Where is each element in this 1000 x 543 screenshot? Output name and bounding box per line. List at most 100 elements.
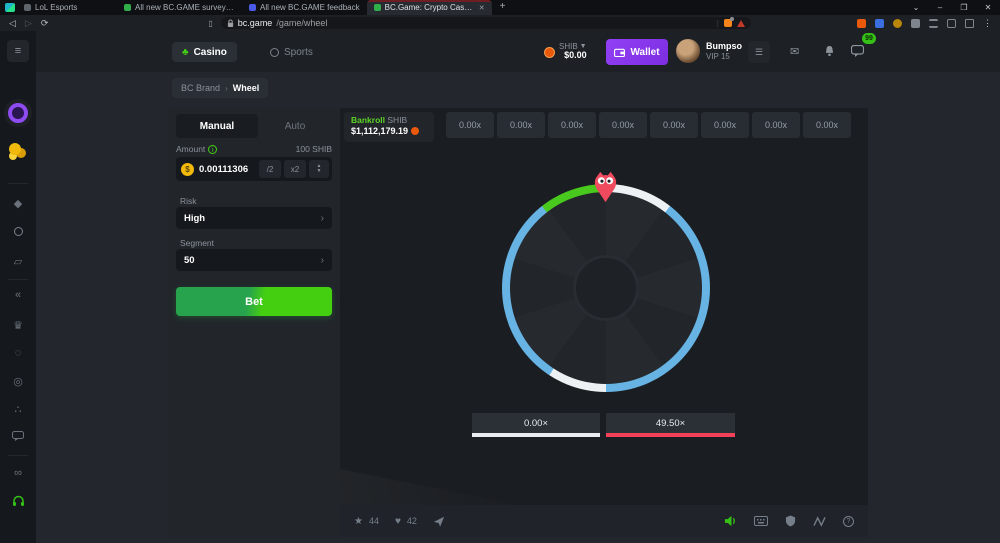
- bankroll-label: Bankroll: [351, 115, 385, 125]
- inbox-icon[interactable]: ✉: [790, 45, 799, 58]
- downloads-icon[interactable]: [965, 19, 974, 28]
- breadcrumb-separator: ›: [225, 84, 228, 93]
- risk-select[interactable]: High ›: [176, 207, 332, 229]
- minimize-button[interactable]: –: [928, 3, 952, 12]
- bet-mode-tabs: Manual Auto: [176, 114, 332, 138]
- url-field[interactable]: bc.game/game/wheel |: [221, 17, 751, 29]
- spin-bonus-icon[interactable]: [8, 103, 28, 123]
- multiplier-slot[interactable]: 0.00x: [650, 112, 698, 138]
- browser-tab-active[interactable]: BC.Game: Crypto Casino Games & ✕: [367, 0, 492, 15]
- chat-icon[interactable]: [851, 45, 864, 57]
- browser-tab-1[interactable]: LoL Esports: [17, 0, 117, 15]
- metamask-extension-icon[interactable]: [724, 19, 732, 27]
- avatar[interactable]: [676, 39, 700, 63]
- sidebar-item-forum[interactable]: [0, 431, 36, 441]
- back-icon[interactable]: ◁: [9, 18, 16, 29]
- result-underline: [472, 433, 600, 437]
- bookmark-icon[interactable]: ▯: [208, 19, 212, 28]
- nav-casino-button[interactable]: ♣ Casino: [172, 42, 237, 62]
- breadcrumb: BC Brand › Wheel: [172, 78, 268, 98]
- sidebar-item-vip[interactable]: ♛: [0, 319, 36, 332]
- quick-menu-icon[interactable]: ☰: [748, 41, 770, 63]
- browser-tab-2[interactable]: All new BC.GAME survey & feedback: [117, 0, 242, 15]
- nav-sports-button[interactable]: Sports: [270, 42, 313, 62]
- chevron-right-icon: ›: [321, 255, 324, 266]
- segment-select[interactable]: 50 ›: [176, 249, 332, 271]
- sidebar-item-lottery[interactable]: ▱: [0, 255, 36, 268]
- browser-tab-3[interactable]: All new BC.GAME feedback: [242, 0, 367, 15]
- reading-list-icon[interactable]: [929, 19, 938, 28]
- extension-icon[interactable]: [857, 19, 866, 28]
- multiplier-slot[interactable]: 0.00x: [701, 112, 749, 138]
- currency-balance: $0.00: [564, 51, 587, 61]
- sidebar-item-bonus[interactable]: ◌: [0, 347, 36, 359]
- wheel-game-frame: Manual Auto Amounti 100 SHIB $ 0.0011130…: [168, 108, 868, 537]
- sidebar-item-promotions[interactable]: ∞: [0, 467, 36, 479]
- sound-on-icon[interactable]: [724, 515, 737, 527]
- wheel-pointer-owl: [593, 171, 618, 203]
- help-icon[interactable]: ?: [843, 516, 854, 527]
- tab-auto[interactable]: Auto: [258, 114, 332, 138]
- extensions-row: ⋮: [857, 18, 1000, 29]
- step-down-icon[interactable]: ▼: [317, 169, 322, 175]
- coin-dollar-icon: $: [181, 163, 194, 176]
- rewards-coins-icon[interactable]: [9, 143, 21, 155]
- multiplier-slot[interactable]: 0.00x: [497, 112, 545, 138]
- restore-button[interactable]: ❐: [952, 3, 976, 12]
- fairness-shield-icon[interactable]: [785, 515, 796, 527]
- multiplier-slot[interactable]: 0.00x: [803, 112, 851, 138]
- half-amount-button[interactable]: /2: [259, 160, 281, 178]
- sidebar-item-support[interactable]: [0, 495, 36, 507]
- forward-icon[interactable]: ▷: [25, 18, 32, 29]
- browser-dropdown-icon[interactable]: ⌄: [904, 3, 928, 12]
- notifications-bell-icon[interactable]: [824, 45, 835, 57]
- browser-menu-icon[interactable]: ⋮: [983, 18, 992, 29]
- share-icon[interactable]: [433, 516, 445, 527]
- heart-icon[interactable]: ♥: [395, 516, 401, 527]
- extension-icon[interactable]: [875, 19, 884, 28]
- bet-button[interactable]: Bet: [176, 287, 332, 316]
- address-bar: ◁ ▷ ⟳ ▯ bc.game/game/wheel | ⋮: [0, 15, 1000, 31]
- wallet-button[interactable]: Wallet: [606, 39, 668, 65]
- double-amount-button[interactable]: x2: [284, 160, 306, 178]
- amount-input[interactable]: $ 0.00111306 /2 x2 ▲ ▼: [176, 157, 332, 181]
- live-stats-icon[interactable]: [813, 516, 826, 527]
- extension-icon[interactable]: [893, 19, 902, 28]
- url-path: /game/wheel: [276, 18, 327, 28]
- sidebar-item-sports[interactable]: [0, 227, 36, 239]
- adblock-extension-icon[interactable]: [737, 20, 745, 27]
- sidebar-item-tokens[interactable]: ◎: [0, 375, 36, 388]
- sidebar: ≡ ◆ ▱ « ♛ ◌ ◎ ∴ ∞: [0, 31, 36, 543]
- sidebar-item-racing[interactable]: «: [0, 289, 36, 301]
- info-icon[interactable]: i: [208, 145, 217, 154]
- tab-title: All new BC.GAME survey & feedback: [135, 3, 235, 12]
- bankroll-currency: SHIB: [387, 115, 407, 125]
- tab-title: All new BC.GAME feedback: [260, 3, 360, 12]
- multiplier-slot[interactable]: 0.00x: [446, 112, 494, 138]
- star-icon[interactable]: ★: [354, 516, 363, 527]
- amount-value[interactable]: 0.00111306: [199, 164, 256, 175]
- sidebar-item-affiliate[interactable]: ∴: [0, 403, 36, 416]
- multiplier-slot[interactable]: 0.00x: [548, 112, 596, 138]
- side-panel-icon[interactable]: [947, 19, 956, 28]
- multiplier-slot[interactable]: 0.00x: [752, 112, 800, 138]
- currency-selector[interactable]: SHIB ▼ $0.00: [544, 39, 602, 65]
- shib-coin-icon: [411, 127, 419, 135]
- workspace-icon[interactable]: [5, 3, 15, 12]
- new-tab-button[interactable]: +: [492, 0, 514, 15]
- tab-close-icon[interactable]: ✕: [479, 4, 485, 12]
- headset-icon: [12, 495, 25, 507]
- puzzle-extensions-icon[interactable]: [911, 19, 920, 28]
- tab-manual[interactable]: Manual: [176, 114, 258, 138]
- breadcrumb-root[interactable]: BC Brand: [181, 83, 220, 93]
- amount-stepper[interactable]: ▲ ▼: [309, 160, 329, 178]
- reload-icon[interactable]: ⟳: [41, 18, 49, 29]
- sidebar-menu-icon[interactable]: ≡: [7, 40, 29, 62]
- multiplier-slot[interactable]: 0.00x: [599, 112, 647, 138]
- chat-icon: [12, 431, 24, 441]
- sidebar-item-casino[interactable]: ◆: [0, 197, 36, 210]
- chevron-right-icon: ›: [321, 213, 324, 224]
- browser-tabstrip: LoL Esports All new BC.GAME survey & fee…: [0, 0, 1000, 15]
- close-window-button[interactable]: ✕: [976, 3, 1000, 12]
- hotkeys-keyboard-icon[interactable]: [754, 516, 768, 526]
